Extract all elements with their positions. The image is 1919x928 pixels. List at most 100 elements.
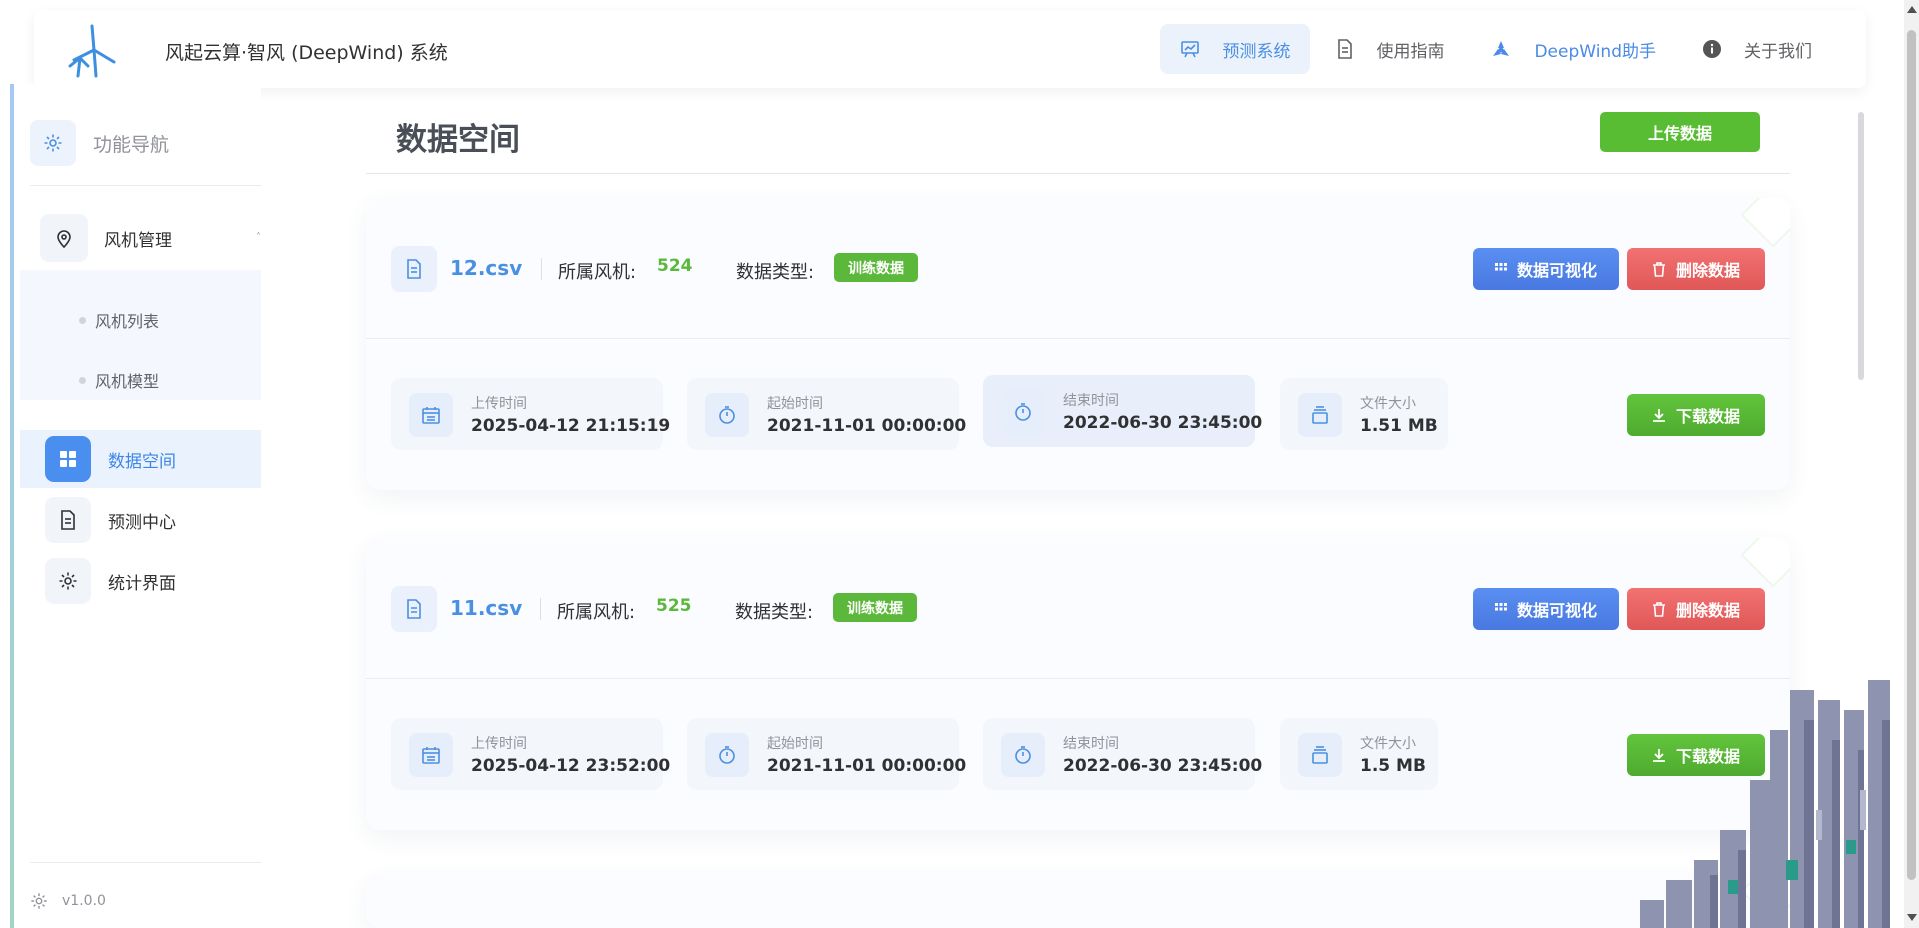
sidebar-item-turbine-list[interactable]: 风机列表 xyxy=(79,308,159,332)
meta-label: 起始时间 xyxy=(767,736,823,752)
meta-label: 文件大小 xyxy=(1360,736,1416,752)
start-time-block: 起始时间 2021-11-01 00:00:00 xyxy=(687,378,966,450)
settings-icon xyxy=(30,120,76,166)
divider xyxy=(541,258,542,280)
turbine-id: 524 xyxy=(657,256,693,276)
divider xyxy=(540,598,541,620)
file-card xyxy=(366,874,1790,928)
document-icon xyxy=(1338,39,1353,59)
file-card: 11.csv 所属风机: 525 数据类型: 训练数据 数据可视化 删除数据 上… xyxy=(366,538,1790,830)
upload-data-button[interactable]: 上传数据 xyxy=(1600,112,1760,152)
sidebar-item-statistics[interactable]: 统计界面 xyxy=(20,552,261,610)
scroll-down-arrow-icon[interactable] xyxy=(1907,914,1917,921)
divider xyxy=(366,678,1790,679)
turbine-label: 所属风机: xyxy=(557,602,636,623)
nav-deepwind-assistant[interactable]: DeepWind助手 xyxy=(1470,24,1676,74)
city-illustration xyxy=(1640,680,1890,928)
sidebar-header: 功能导航 xyxy=(30,120,169,166)
content-scrollbar-thumb[interactable] xyxy=(1858,112,1864,380)
assistant-icon xyxy=(1493,41,1510,56)
download-icon xyxy=(1652,409,1665,422)
window-scrollbar[interactable] xyxy=(1904,0,1919,928)
bullet-dot xyxy=(79,376,86,384)
app-title: 风起云算·智风 (DeepWind) 系统 xyxy=(165,42,448,64)
sidebar-item-label: 风机列表 xyxy=(95,312,160,331)
data-type-label: 数据类型: xyxy=(735,602,814,623)
sidebar-title: 功能导航 xyxy=(93,133,170,156)
sidebar-item-label: 预测中心 xyxy=(108,512,176,533)
visualize-data-button[interactable]: 数据可视化 xyxy=(1473,588,1619,630)
delete-data-button[interactable]: 删除数据 xyxy=(1627,588,1765,630)
scroll-up-arrow-icon[interactable] xyxy=(1907,6,1917,13)
nav-about-us[interactable]: 关于我们 xyxy=(1682,24,1832,74)
divider xyxy=(366,338,1790,339)
sidebar-item-label: 风机模型 xyxy=(95,372,160,391)
file-size-value: 1.5 MB xyxy=(1360,756,1426,776)
file-icon xyxy=(391,586,437,632)
sidebar-group-turbine-management[interactable]: 风机管理 ˄ xyxy=(40,208,261,268)
nav-label: 使用指南 xyxy=(1376,41,1445,62)
grid-dots-icon xyxy=(1494,603,1507,611)
nav-user-guide[interactable]: 使用指南 xyxy=(1316,24,1464,74)
meta-label: 上传时间 xyxy=(471,736,527,752)
sidebar-group-label: 风机管理 xyxy=(104,230,172,251)
end-time-block: 结束时间 2022-06-30 23:45:00 xyxy=(983,375,1262,447)
turbine-id: 525 xyxy=(656,596,692,616)
sidebar-item-turbine-model[interactable]: 风机模型 xyxy=(79,368,159,392)
file-name[interactable]: 11.csv xyxy=(450,596,522,620)
data-type-badge: 训练数据 xyxy=(833,593,917,622)
layers-icon xyxy=(1298,393,1342,437)
sidebar-footer: v1.0.0 xyxy=(30,892,106,910)
calendar-icon xyxy=(409,393,453,437)
upload-time-value: 2025-04-12 21:15:19 xyxy=(471,416,671,436)
start-time-block: 起始时间 2021-11-01 00:00:00 xyxy=(687,718,966,790)
top-nav: 预测系统 使用指南 DeepWind助手 关于我们 xyxy=(1154,24,1832,74)
divider xyxy=(366,173,1790,174)
stopwatch-icon xyxy=(1001,390,1045,434)
file-name[interactable]: 12.csv xyxy=(450,256,522,280)
end-time-value: 2022-06-30 23:45:00 xyxy=(1063,413,1263,433)
start-time-value: 2021-11-01 00:00:00 xyxy=(767,416,967,436)
upload-time-block: 上传时间 2025-04-12 21:15:19 xyxy=(391,378,670,450)
bullet-dot xyxy=(79,316,86,324)
file-size-block: 文件大小 1.51 MB xyxy=(1280,378,1448,450)
button-label: 删除数据 xyxy=(1675,603,1740,620)
visualize-data-button[interactable]: 数据可视化 xyxy=(1473,248,1619,290)
trash-icon xyxy=(1652,261,1665,277)
end-time-block: 结束时间 2022-06-30 23:45:00 xyxy=(983,718,1262,790)
chevron-up-icon: ˄ xyxy=(256,232,261,243)
grid-icon xyxy=(45,436,91,482)
stopwatch-icon xyxy=(1001,733,1045,777)
file-card-header: 12.csv 所属风机: 524 数据类型: 训练数据 数据可视化 删除数据 xyxy=(366,198,1790,338)
scrollbar-thumb[interactable] xyxy=(1907,30,1916,880)
nav-label: 关于我们 xyxy=(1744,41,1812,62)
meta-label: 上传时间 xyxy=(471,396,527,412)
file-card: 12.csv 所属风机: 524 数据类型: 训练数据 数据可视化 删除数据 上… xyxy=(366,198,1790,490)
download-data-button[interactable]: 下载数据 xyxy=(1627,394,1765,436)
meta-label: 结束时间 xyxy=(1063,393,1119,409)
upload-time-block: 上传时间 2025-04-12 23:52:00 xyxy=(391,718,670,790)
layers-icon xyxy=(1298,733,1342,777)
calendar-icon xyxy=(409,733,453,777)
version-label: v1.0.0 xyxy=(62,893,106,909)
file-icon xyxy=(391,246,437,292)
divider xyxy=(30,862,261,863)
meta-label: 文件大小 xyxy=(1360,396,1416,412)
turbine-label: 所属风机: xyxy=(558,262,637,283)
upload-time-value: 2025-04-12 23:52:00 xyxy=(471,756,671,776)
location-pin-icon xyxy=(40,214,88,262)
button-label: 下载数据 xyxy=(1675,409,1740,426)
info-icon xyxy=(1703,40,1721,58)
page-title: 数据空间 xyxy=(396,122,520,158)
submenu-panel: 风机列表 风机模型 xyxy=(20,270,261,400)
nav-prediction-system[interactable]: 预测系统 xyxy=(1160,24,1311,74)
stopwatch-icon xyxy=(705,393,749,437)
nav-label: 预测系统 xyxy=(1222,41,1291,62)
delete-data-button[interactable]: 删除数据 xyxy=(1627,248,1765,290)
sidebar-item-data-space[interactable]: 数据空间 xyxy=(20,430,261,488)
chart-board-icon xyxy=(1181,41,1200,58)
sidebar-item-prediction-center[interactable]: 预测中心 xyxy=(20,491,261,549)
data-type-label: 数据类型: xyxy=(736,262,815,283)
button-label: 删除数据 xyxy=(1675,263,1740,280)
gear-icon xyxy=(45,558,91,604)
